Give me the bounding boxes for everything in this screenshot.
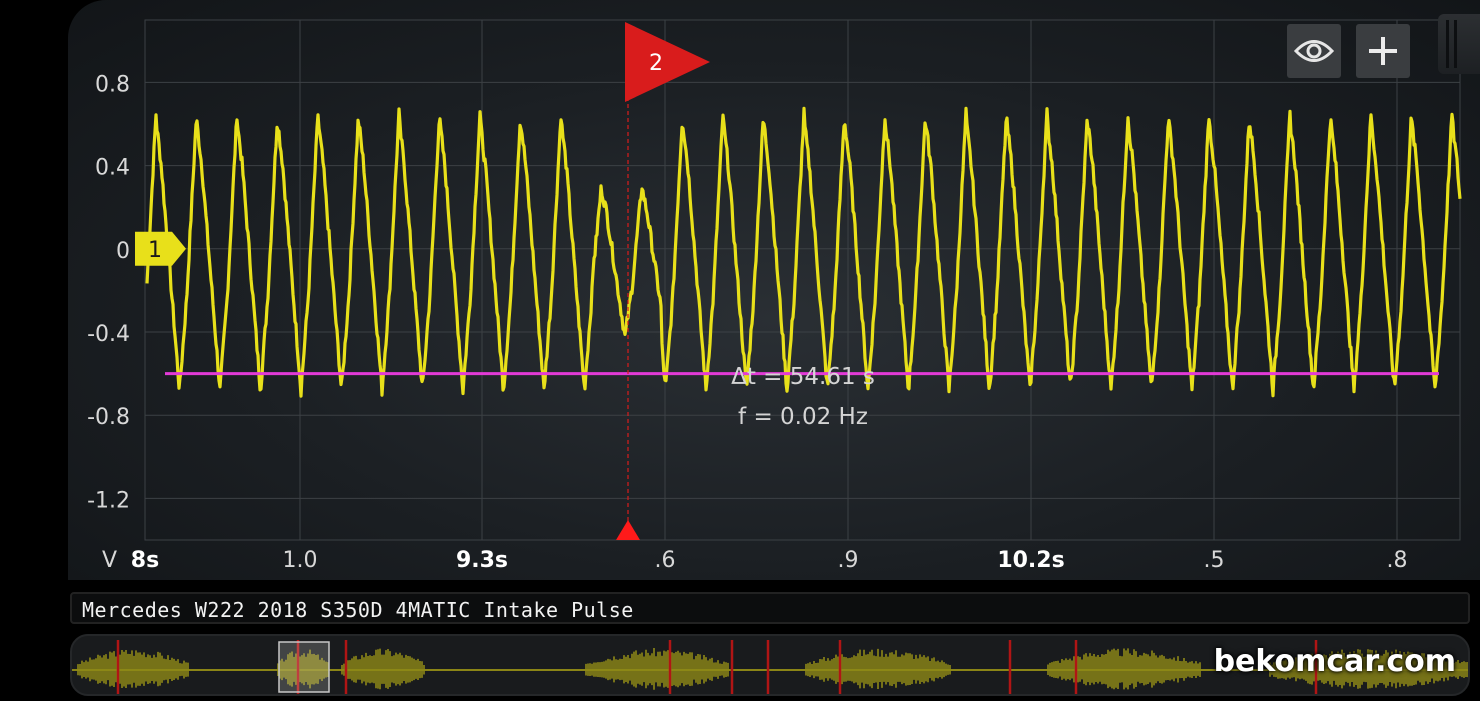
x-tick-label: 10.2s (997, 548, 1064, 573)
x-tick-label: 1.0 (283, 548, 318, 573)
waveform-plot[interactable]: 0.8 0.4 0 -0.4 -0.8 -1.2 8s 1.0 9.3s .6 .9 10.2s .5.… (68, 0, 1480, 580)
y-tick-label: -0.4 (87, 322, 130, 347)
oscilloscope-screen[interactable]: 0.8 0.4 0 -0.4 -0.8 -1.2 8s 1.0 9.3s .6 .9 10.2s .5.… (68, 0, 1480, 580)
trigger-flag (625, 22, 710, 102)
signal-trace (145, 106, 1462, 398)
y-unit-label: V (102, 548, 117, 573)
delta-t-readout: Δt = 54.61 s (731, 364, 875, 390)
overview-viewport-window (278, 641, 330, 693)
add-button[interactable] (1356, 24, 1410, 78)
y-tick-label: 0.8 (95, 72, 130, 97)
x-tick-label: .5 (1204, 548, 1225, 573)
trigger-marker-label: 2 (649, 51, 663, 76)
channel-label: Mercedes W222 2018 S350D 4MATIC Intake P… (70, 592, 1470, 624)
x-tick-label: 8s (131, 548, 159, 573)
x-tick-label: .8 (1387, 548, 1408, 573)
y-tick-label: 0.4 (95, 156, 130, 181)
watermark: bekomcar.com (1213, 644, 1456, 679)
x-tick-label: 9.3s (456, 548, 508, 573)
y-tick-label: 0 (116, 239, 130, 264)
y-tick-label: -1.2 (87, 488, 130, 513)
x-tick-label: .9 (838, 548, 859, 573)
visibility-button[interactable] (1287, 24, 1341, 78)
channel-marker-label: 1 (148, 238, 162, 263)
y-tick-label: -0.8 (87, 405, 130, 430)
frequency-readout: f = 0.02 Hz (738, 404, 868, 430)
eye-icon (1294, 40, 1334, 62)
x-tick-label: .6 (655, 548, 676, 573)
panel-grip-handle[interactable] (1438, 14, 1480, 74)
plus-icon (1369, 37, 1397, 65)
trigger-position-arrow (616, 520, 640, 540)
